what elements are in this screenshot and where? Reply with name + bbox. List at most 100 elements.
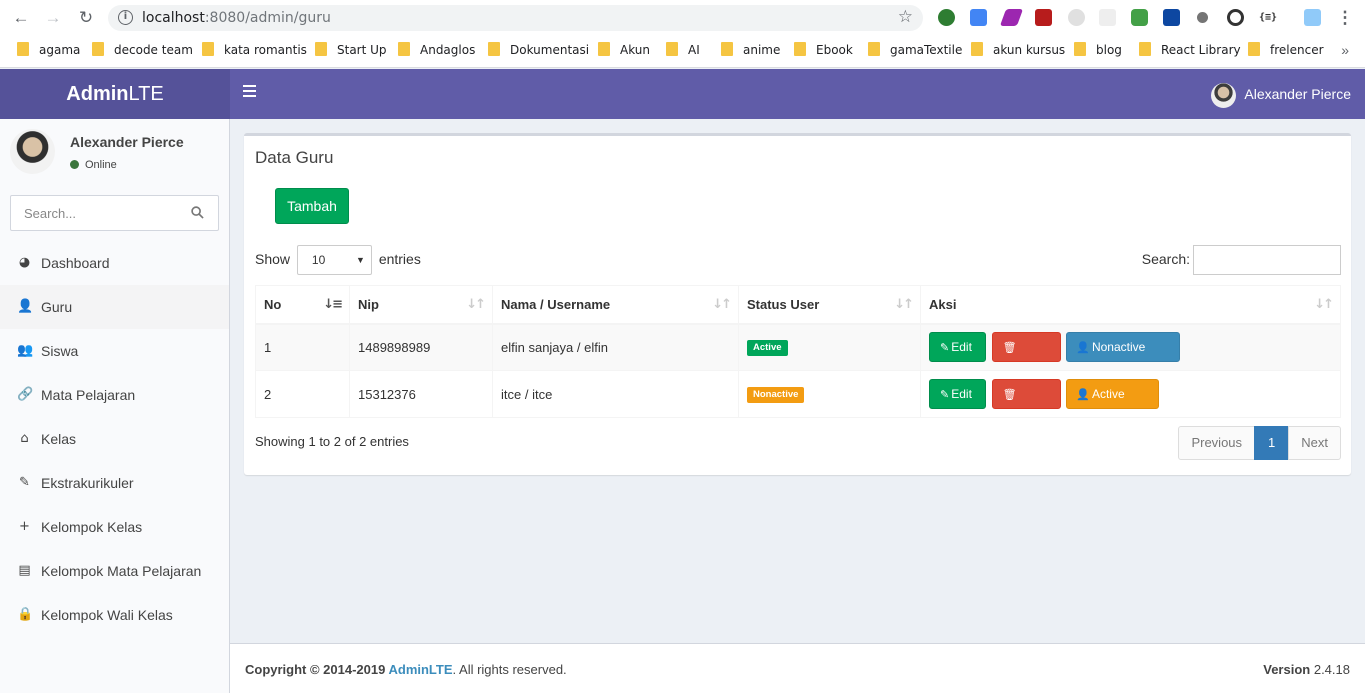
bookmark-folder[interactable]: agama <box>17 42 80 60</box>
user-menu[interactable]: Alexander Pierce <box>1211 82 1351 108</box>
table-search-input[interactable] <box>1193 245 1341 276</box>
bookmark-folder[interactable]: blog <box>1074 42 1122 60</box>
feather-extension-icon[interactable] <box>999 9 1024 26</box>
cell-no: 1 <box>255 323 350 371</box>
adminlte-link[interactable]: AdminLTE <box>388 662 452 677</box>
url-text: localhost:8080/admin/guru <box>142 10 331 26</box>
sidebar-search-input[interactable]: Search... <box>10 195 219 231</box>
column-header-nama[interactable]: Nama / Username ↓↑ <box>492 285 739 325</box>
address-bar[interactable]: i localhost:8080/admin/guru ☆ <box>108 5 923 31</box>
page-title: Data Guru <box>255 148 334 167</box>
folder-icon <box>794 42 806 56</box>
bookmark-folder[interactable]: Dokumentasi <box>488 42 589 60</box>
extension-icon[interactable] <box>1068 9 1085 26</box>
sidebar-item-kelompok-kelas[interactable]: + Kelompok Kelas <box>0 505 229 549</box>
bookmark-folder[interactable]: Ebook <box>794 42 853 60</box>
column-header-aksi[interactable]: Aksi ↓↑ <box>920 285 1341 325</box>
cell-nama: itce / itce <box>492 370 739 418</box>
table-row: 1 1489898989 elfin sanjaya / elfin Activ… <box>255 323 1341 383</box>
cell-status: Nonactive <box>738 370 921 418</box>
folder-icon <box>17 42 29 56</box>
folder-icon <box>92 42 104 56</box>
cell-nip: 15312376 <box>349 370 493 418</box>
active-user-button[interactable]: 👤 Active User <box>1066 379 1160 430</box>
status-badge: Active <box>747 340 788 357</box>
edit-button[interactable]: ✎ Edit <box>929 379 986 409</box>
folder-icon <box>1248 42 1260 56</box>
bookmark-folder[interactable]: frelencer <box>1248 42 1324 60</box>
search-icon[interactable] <box>191 206 204 219</box>
home-icon: ⌂ <box>20 431 29 446</box>
trash-icon: 🗑 <box>1002 341 1017 355</box>
page-length-select[interactable]: 10 ▼ <box>296 245 372 276</box>
extension-icon[interactable] <box>1197 12 1208 23</box>
add-button[interactable]: Tambah <box>275 188 349 224</box>
sort-icon: ↓↑ <box>894 297 914 312</box>
sidebar-item-dashboard[interactable]: ◕ Dashboard <box>0 241 229 285</box>
bookmark-folder[interactable]: decode team <box>92 42 193 60</box>
folder-icon <box>666 42 678 56</box>
delete-button[interactable]: 🗑Delete <box>991 379 1061 430</box>
bookmark-folder[interactable]: gamaTextile <box>868 42 962 60</box>
extension-icon[interactable] <box>1304 9 1321 26</box>
pagination: Previous 1 Next <box>1178 426 1341 460</box>
extension-icon[interactable] <box>1163 9 1180 26</box>
more-bookmarks-button[interactable]: » <box>1341 42 1349 58</box>
bookmark-star-icon[interactable]: ☆ <box>898 7 913 27</box>
bookmark-folder[interactable]: Akun <box>598 42 650 60</box>
bookmark-folder[interactable]: Start Up <box>315 42 387 60</box>
column-header-status[interactable]: Status User ↓↑ <box>738 285 921 325</box>
next-page-button[interactable]: Next <box>1288 426 1341 460</box>
sidebar-item-kelompok-wali-kelas[interactable]: 🔒 Kelompok Wali Kelas <box>0 593 229 637</box>
sort-icon: ↓↑ <box>712 297 732 312</box>
sidebar-item-kelas[interactable]: ⌂ Kelas <box>0 417 229 461</box>
sidebar-item-kelompok-mata-pelajaran[interactable]: ▤ Kelompok Mata Pelajaran <box>0 549 229 593</box>
lock-icon: 🔒 <box>17 607 34 622</box>
browser-menu-icon[interactable]: ⋮ <box>1334 8 1356 30</box>
reload-icon[interactable]: ↻ <box>75 8 97 30</box>
sidebar-item-mata-pelajaran[interactable]: 🔗 Mata Pelajaran <box>0 373 229 417</box>
sidebar-item-label: Kelas <box>41 431 77 447</box>
extension-icon[interactable] <box>938 9 955 26</box>
folder-icon <box>315 42 327 56</box>
back-icon[interactable]: ← <box>10 8 32 30</box>
logo[interactable]: AdminLTE <box>0 69 230 119</box>
sidebar-toggle-icon[interactable] <box>243 85 259 101</box>
bookmark-folder[interactable]: React Library <box>1139 42 1241 60</box>
page-1-button[interactable]: 1 <box>1254 426 1290 460</box>
nonactive-user-button[interactable]: 👤 Nonactive User <box>1066 332 1181 383</box>
edit-button[interactable]: ✎ Edit <box>929 332 986 363</box>
bookmark-folder[interactable]: akun kursus <box>971 42 1065 60</box>
folder-icon <box>971 42 983 56</box>
sidebar-menu: ◕ Dashboard 👤 Guru 👥 Siswa 🔗 Mata Pelajaran ⌂ Kel… <box>0 241 229 637</box>
info-icon[interactable]: i <box>118 10 133 25</box>
forward-icon[interactable]: → <box>42 8 64 30</box>
column-header-no[interactable]: No ↓≡ <box>255 285 350 325</box>
book-icon: ▤ <box>18 563 31 578</box>
sidebar-item-ekstrakurikuler[interactable]: ✎ Ekstrakurikuler <box>0 461 229 505</box>
user-plus-icon: + <box>19 519 30 534</box>
translate-extension-icon[interactable] <box>970 9 987 26</box>
extension-icon[interactable] <box>1099 9 1116 26</box>
bookmark-folder[interactable]: anime <box>721 42 780 60</box>
cell-actions: ✎ Edit 🗑Delete 👤 Nonactive User <box>920 323 1341 383</box>
column-header-nip[interactable]: Nip ↓↑ <box>349 285 493 325</box>
sidebar-item-guru[interactable]: 👤 Guru <box>0 285 229 329</box>
sort-icon: ↓↑ <box>1314 297 1334 312</box>
user-panel: Alexander Pierce Online <box>10 129 220 175</box>
bookmark-folder[interactable]: kata romantis <box>202 42 307 60</box>
user-icon: 👤 <box>1076 341 1090 355</box>
nodejs-extension-icon[interactable] <box>1131 9 1148 26</box>
header-user-name: Alexander Pierce <box>1244 86 1351 102</box>
sidebar-item-siswa[interactable]: 👥 Siswa <box>0 329 229 373</box>
status-indicator: Online <box>70 159 117 171</box>
bookmark-folder[interactable]: Andaglos <box>398 42 475 60</box>
extension-icon[interactable] <box>1227 9 1244 26</box>
bookmark-folder[interactable]: AI <box>666 42 700 60</box>
previous-page-button[interactable]: Previous <box>1178 426 1256 460</box>
pencil-icon: ✎ <box>940 388 950 401</box>
extension-icon[interactable] <box>1035 9 1052 26</box>
delete-button[interactable]: 🗑Delete <box>991 332 1061 383</box>
json-extension-icon[interactable]: {≡} <box>1259 9 1277 26</box>
cell-actions: ✎ Edit 🗑Delete 👤 Active User <box>920 370 1341 430</box>
